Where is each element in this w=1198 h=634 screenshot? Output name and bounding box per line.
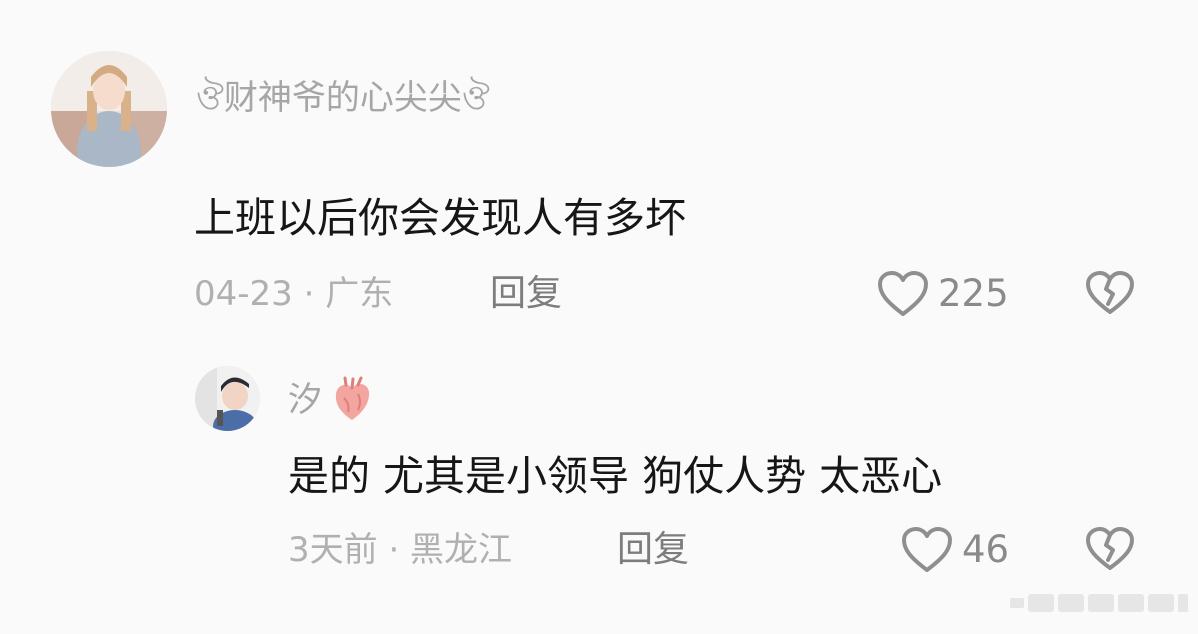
- comment-reply: 汐 是的 尤其是小领导 狗仗人势 太恶心 3天前 · 黑龙江 回复 46: [0, 330, 1198, 634]
- broken-heart-icon[interactable]: [1085, 270, 1135, 316]
- comment-text: 上班以后你会发现人有多坏: [194, 194, 686, 242]
- comment: ঔ财神爷的心尖尖ঔ 上班以后你会发现人有多坏 04-23 · 广东 回复 225: [0, 0, 1198, 330]
- avatar[interactable]: [51, 51, 167, 167]
- broken-heart-icon[interactable]: [1085, 526, 1135, 572]
- like-count: 225: [938, 272, 1009, 315]
- like-count: 46: [962, 528, 1010, 571]
- heart-outline-icon[interactable]: [901, 526, 953, 574]
- comment-text: 是的 尤其是小领导 狗仗人势 太恶心: [288, 452, 943, 500]
- reply-button[interactable]: 回复: [490, 272, 562, 316]
- watermark: [1010, 590, 1190, 616]
- comment-meta: 04-23 · 广东: [194, 274, 394, 314]
- username[interactable]: 汐: [288, 378, 322, 422]
- heart-outline-icon[interactable]: [877, 270, 929, 318]
- username[interactable]: ঔ财神爷的心尖尖ঔ: [196, 76, 490, 120]
- reply-button[interactable]: 回复: [617, 528, 689, 572]
- anatomical-heart-icon: [332, 376, 372, 422]
- comment-meta: 3天前 · 黑龙江: [288, 530, 513, 570]
- avatar[interactable]: [195, 366, 260, 431]
